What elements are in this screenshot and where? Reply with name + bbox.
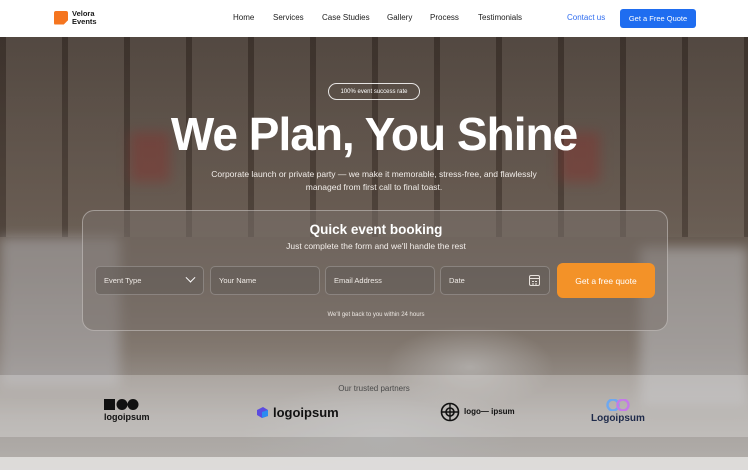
date-placeholder: Date: [449, 276, 465, 285]
contact-link[interactable]: Contact us: [567, 13, 605, 22]
hero-subtitle: Corporate launch or private party — we m…: [211, 169, 537, 192]
partner-logo-3: logo— ipsum: [440, 402, 515, 422]
event-type-placeholder: Event Type: [104, 276, 142, 285]
get-free-quote-button[interactable]: Get a Free Quote: [620, 9, 696, 28]
brand-name: Velora Events: [72, 10, 97, 25]
booking-title: Quick event booking: [309, 222, 443, 237]
nav-link-case-studies[interactable]: Case Studies: [322, 13, 370, 22]
response-time-note: We'll get back to you within 24 hours: [327, 312, 425, 318]
partners-strip: Our trusted partners logoipsum logoipsum: [0, 375, 748, 437]
partner-logo-4-icon: [606, 399, 630, 411]
event-type-select[interactable]: Event Type: [95, 266, 204, 295]
date-input[interactable]: Date: [440, 266, 550, 295]
get-free-quote-submit-button[interactable]: Get a free quote: [557, 263, 655, 298]
hero-headline: We Plan, You Shine: [170, 108, 578, 160]
email-placeholder: Email Address: [334, 276, 382, 285]
calendar-icon[interactable]: [529, 275, 540, 286]
navbar: Velora Events Home Services Case Studies…: [0, 0, 748, 37]
partner-logo-1-icon: [104, 399, 139, 410]
partner-logo-4-name: Logoipsum: [591, 413, 645, 424]
email-input[interactable]: Email Address: [325, 266, 435, 295]
hero-bottom-band: [0, 457, 748, 470]
nav-link-testimonials[interactable]: Testimonials: [478, 13, 522, 22]
name-input[interactable]: Your Name: [210, 266, 320, 295]
brand-name-line2: Events: [72, 16, 97, 26]
brand-mark-icon: [54, 10, 68, 25]
nav-link-services[interactable]: Services: [273, 13, 304, 22]
brand-logo[interactable]: Velora Events: [54, 10, 97, 25]
nav-link-process[interactable]: Process: [430, 13, 459, 22]
booking-card: Quick event booking Just complete the fo…: [82, 210, 668, 331]
name-placeholder: Your Name: [219, 276, 257, 285]
partner-logo-1-name: logoipsum: [104, 412, 150, 422]
partner-logo-4: Logoipsum: [591, 399, 645, 424]
booking-subtitle: Just complete the form and we'll handle …: [286, 241, 466, 251]
partner-logo-2-icon: [257, 407, 268, 418]
partner-logo-1: logoipsum: [104, 399, 150, 422]
nav-link-gallery[interactable]: Gallery: [387, 13, 412, 22]
partners-title: Our trusted partners: [338, 384, 410, 393]
chevron-down-icon: [185, 272, 196, 283]
partner-logo-3-name: logo— ipsum: [464, 407, 515, 416]
partner-logo-3-icon: [440, 402, 460, 422]
nav-link-home[interactable]: Home: [233, 13, 254, 22]
success-rate-badge: 100% event success rate: [328, 83, 420, 100]
partner-logo-2-name: logoipsum: [273, 405, 339, 420]
partner-logo-2: logoipsum: [256, 405, 339, 420]
hero-section: 100% event success rate We Plan, You Shi…: [0, 37, 748, 470]
